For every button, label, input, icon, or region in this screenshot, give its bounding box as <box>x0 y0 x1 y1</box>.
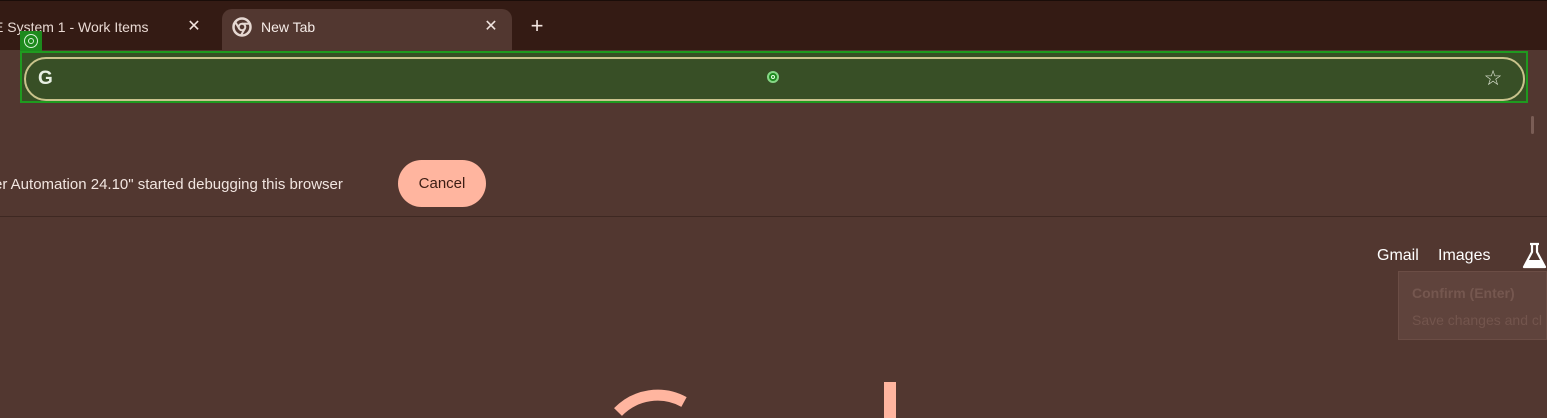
tab-close-icon[interactable]: ✕ <box>482 18 500 36</box>
debugging-infobar: er Automation 24.10" started debugging t… <box>0 103 1547 217</box>
star-icon[interactable]: ☆ <box>1481 67 1505 91</box>
chrome-icon <box>232 17 252 37</box>
images-link[interactable]: Images <box>1438 247 1490 265</box>
gmail-link[interactable]: Gmail <box>1377 247 1419 265</box>
cursor-marker-icon <box>767 71 779 83</box>
google-g-icon: G <box>38 68 53 89</box>
google-logo <box>614 382 896 418</box>
cancel-button[interactable]: Cancel <box>398 160 486 207</box>
tab-close-icon[interactable]: ✕ <box>185 18 203 36</box>
tab-title: New Tab <box>261 19 316 35</box>
new-tab-button[interactable]: + <box>525 14 549 38</box>
tab-strip: E System 1 - Work Items ✕ New Tab ✕ + <box>0 0 1547 50</box>
tooltip-subtitle: Save changes and cl <box>1412 312 1542 328</box>
infobar-message: er Automation 24.10" started debugging t… <box>0 176 343 193</box>
tooltip: Confirm (Enter) Save changes and cl <box>1398 271 1547 340</box>
tooltip-title: Confirm (Enter) <box>1412 285 1515 301</box>
tab-new-tab[interactable]: New Tab ✕ <box>222 9 512 50</box>
flask-icon[interactable] <box>1522 242 1547 270</box>
target-marker-icon <box>20 31 42 51</box>
